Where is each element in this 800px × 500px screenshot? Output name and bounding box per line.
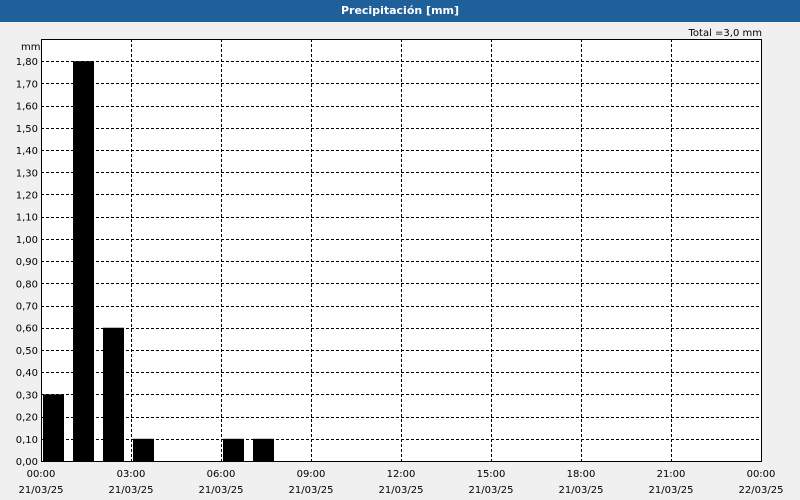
y-tick-label: 1,70 <box>16 79 38 90</box>
y-tick-label: 0,10 <box>16 435 38 446</box>
x-tick-time: 06:00 <box>207 469 236 480</box>
y-tick-label: 1,00 <box>16 235 38 246</box>
x-tick-time: 00:00 <box>747 469 776 480</box>
x-tick-time: 09:00 <box>297 469 326 480</box>
y-tick-label: 0,50 <box>16 346 38 357</box>
x-tick-time: 00:00 <box>27 469 56 480</box>
y-tick-label: 0,20 <box>16 413 38 424</box>
y-tick-label: 0,70 <box>16 302 38 313</box>
y-tick-label: 1,30 <box>16 168 38 179</box>
x-tick-date: 21/03/25 <box>19 485 64 496</box>
y-tick-label: 0,90 <box>16 257 38 268</box>
y-axis-label: mm <box>21 42 40 53</box>
x-tick-time: 03:00 <box>117 469 146 480</box>
x-tick-date: 21/03/25 <box>649 485 694 496</box>
x-tick-date: 21/03/25 <box>559 485 604 496</box>
x-tick-date: 21/03/25 <box>199 485 244 496</box>
x-tick-date: 21/03/25 <box>289 485 334 496</box>
y-tick-label: 1,40 <box>16 146 38 157</box>
y-tick-label: 0,60 <box>16 324 38 335</box>
chart-title: Precipitación [mm] <box>0 0 800 22</box>
bar <box>223 438 244 461</box>
y-tick-label: 0,40 <box>16 368 38 379</box>
y-tick-label: 1,60 <box>16 102 38 113</box>
y-tick-label: 0,80 <box>16 279 38 290</box>
y-tick-label: 1,50 <box>16 124 38 135</box>
y-tick-label: 0,00 <box>16 457 38 468</box>
x-tick-time: 18:00 <box>567 469 596 480</box>
bar <box>253 438 274 461</box>
x-tick-date: 21/03/25 <box>109 485 154 496</box>
x-tick-date: 21/03/25 <box>379 485 424 496</box>
total-label: Total =3,0 mm <box>688 28 762 39</box>
precipitation-chart: 0,00 0,10 0,20 0,30 0,40 0,50 0,60 0,70 0,80 0,90… <box>0 22 800 500</box>
y-tick-label: 1,10 <box>16 213 38 224</box>
y-tick-label: 1,20 <box>16 190 38 201</box>
x-tick-time: 12:00 <box>387 469 416 480</box>
x-tick-date: 21/03/25 <box>469 485 514 496</box>
x-tick-date: 22/03/25 <box>739 485 784 496</box>
y-tick-label: 0,30 <box>16 390 38 401</box>
bar <box>133 438 154 461</box>
y-tick-label: 1,80 <box>16 57 38 68</box>
x-tick-time: 15:00 <box>477 469 506 480</box>
bar <box>43 394 64 461</box>
bar <box>73 61 94 462</box>
bar <box>103 327 124 461</box>
x-tick-time: 21:00 <box>657 469 686 480</box>
